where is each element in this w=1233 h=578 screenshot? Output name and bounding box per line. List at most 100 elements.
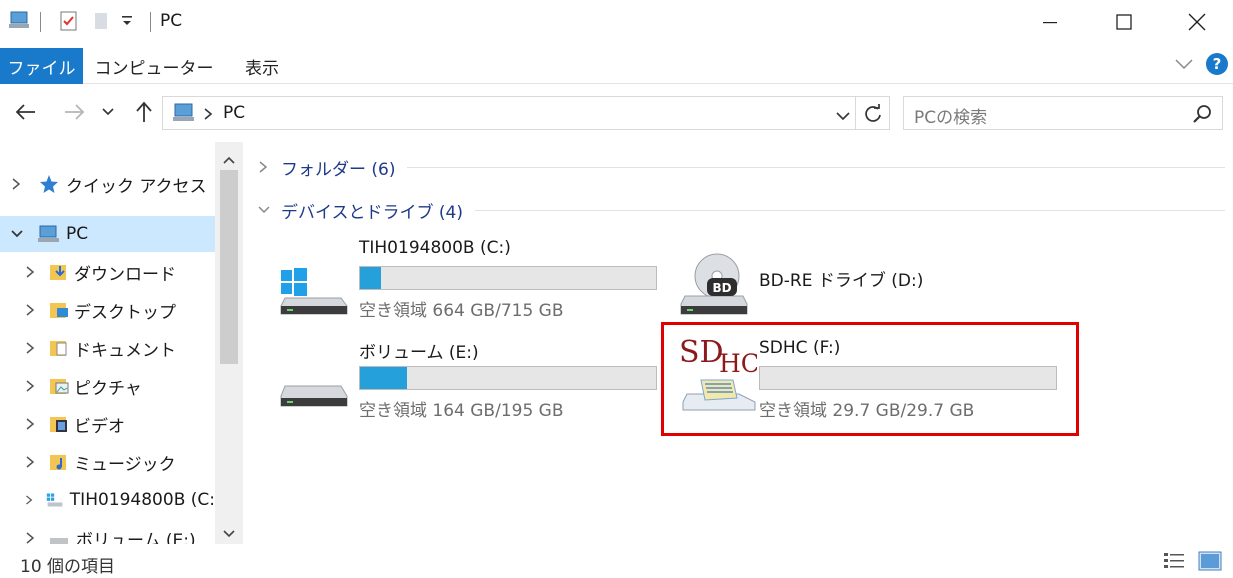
large-icons-view-icon[interactable]: [1198, 550, 1222, 576]
computer-icon[interactable]: [8, 10, 30, 32]
properties-icon[interactable]: [58, 10, 80, 32]
music-folder-icon: [50, 455, 66, 470]
chevron-right-icon: [26, 304, 35, 316]
expand-ribbon-icon[interactable]: [1174, 56, 1194, 75]
chevron-right-icon: [26, 456, 35, 468]
address-dropdown-icon[interactable]: [835, 107, 851, 126]
sidebar-item-label: クイック アクセス: [66, 176, 207, 197]
address-row: PC PCの検索: [0, 84, 1233, 142]
computer-icon: [171, 102, 197, 128]
address-bar[interactable]: PC: [162, 96, 890, 130]
scroll-thumb[interactable]: [220, 170, 238, 364]
drive-name: TIH0194800B (C:): [359, 238, 511, 258]
videos-folder-icon: [50, 417, 67, 432]
refresh-icon[interactable]: [863, 104, 883, 128]
sidebar-item-label: ドキュメント: [74, 340, 176, 361]
chevron-down-icon: [258, 206, 270, 214]
details-view-icon[interactable]: [1162, 550, 1186, 576]
windows-drive-icon: [46, 493, 63, 507]
up-button[interactable]: [130, 98, 158, 126]
sidebar-item-label: デスクトップ: [74, 302, 176, 323]
chevron-right-icon: [26, 380, 35, 392]
close-button[interactable]: [1161, 0, 1233, 44]
sidebar-item-drive-c[interactable]: TIH0194800B (C:: [0, 482, 215, 518]
capacity-bar: [359, 266, 657, 290]
highlight-annotation-box: [661, 322, 1079, 436]
star-icon: [40, 175, 58, 193]
documents-folder-icon: [50, 341, 67, 356]
breadcrumb-pc[interactable]: PC: [223, 103, 245, 123]
tab-file[interactable]: ファイル: [0, 48, 83, 84]
svg-text:?: ?: [1213, 55, 1222, 73]
nav-scrollbar[interactable]: [215, 142, 243, 544]
capacity-fill: [360, 367, 408, 389]
chevron-right-icon: [26, 342, 35, 354]
chevron-right-icon: [26, 532, 35, 544]
drive-e[interactable]: ボリューム (E:) 空き領域 164 GB/195 GB: [279, 338, 659, 424]
drive-d[interactable]: BD BD-RE ドライブ (D:): [679, 238, 1059, 324]
sidebar-item-drive-e[interactable]: ボリューム (E:): [0, 520, 215, 544]
desktop-folder-icon: [50, 303, 68, 318]
sidebar-item-label: PC: [66, 224, 89, 244]
drive-c[interactable]: TIH0194800B (C:) 空き領域 664 GB/715 GB: [279, 238, 659, 324]
capacity-bar: [359, 366, 657, 390]
status-bar: 10 個の項目: [0, 544, 1233, 578]
help-icon[interactable]: ?: [1205, 52, 1229, 80]
bd-drive-icon: BD: [680, 253, 748, 315]
recent-locations-button[interactable]: [98, 98, 118, 126]
breadcrumb-chevron-icon[interactable]: [203, 106, 213, 125]
search-input[interactable]: PCの検索: [903, 96, 1223, 130]
chevron-right-icon: [26, 418, 35, 430]
computer-icon: [38, 225, 59, 242]
drive-icon: [280, 385, 348, 407]
drive-name: ボリューム (E:): [359, 343, 479, 363]
title-bar: PC: [0, 0, 1233, 44]
scroll-down-icon[interactable]: [222, 524, 236, 543]
drive-icon: [50, 538, 68, 544]
drive-name: BD-RE ドライブ (D:): [759, 271, 924, 291]
drive-free-space: 空き領域 664 GB/715 GB: [359, 301, 564, 321]
sidebar-item-label: TIH0194800B (C:: [69, 490, 215, 510]
sidebar-item-label: ミュージック: [74, 454, 176, 475]
sidebar-item-label: ピクチャ: [74, 378, 142, 399]
customize-quick-access-icon[interactable]: [120, 13, 142, 35]
tab-computer[interactable]: コンピューター: [92, 48, 216, 84]
svg-text:BD: BD: [712, 281, 731, 295]
sidebar-item-documents[interactable]: ドキュメント: [0, 330, 215, 366]
search-icon[interactable]: [1192, 104, 1212, 128]
sidebar-item-label: ダウンロード: [74, 264, 176, 285]
download-folder-icon: [50, 265, 66, 280]
maximize-button[interactable]: [1088, 0, 1160, 44]
tab-view[interactable]: 表示: [230, 48, 294, 84]
sidebar-item-label: ビデオ: [74, 416, 125, 437]
capacity-fill: [360, 267, 381, 289]
chevron-right-icon: [12, 178, 21, 190]
navigation-pane: クイック アクセス PC ダウンロード デスクトップ ドキュメント ピクチャ ビ…: [0, 142, 243, 544]
windows-drive-icon: [280, 268, 348, 315]
scroll-up-icon[interactable]: [222, 150, 236, 169]
group-header-folders[interactable]: フォルダー (6): [257, 154, 1225, 180]
new-folder-icon[interactable]: [92, 10, 114, 32]
sidebar-item-pc[interactable]: PC: [0, 216, 215, 252]
sidebar-item-videos[interactable]: ビデオ: [0, 406, 215, 442]
sidebar-item-pictures[interactable]: ピクチャ: [0, 368, 215, 404]
item-count: 10 個の項目: [20, 557, 116, 577]
sidebar-item-desktop[interactable]: デスクトップ: [0, 292, 215, 328]
drive-free-space: 空き領域 164 GB/195 GB: [359, 401, 564, 421]
sidebar-item-quick-access[interactable]: クイック アクセス: [0, 166, 215, 202]
forward-button[interactable]: [60, 98, 88, 126]
sidebar-item-music[interactable]: ミュージック: [0, 444, 215, 480]
back-button[interactable]: [12, 98, 40, 126]
minimize-button[interactable]: [1014, 0, 1086, 44]
chevron-down-icon: [11, 230, 23, 238]
content-pane: フォルダー (6) デバイスとドライブ (4) TIH0194800B (C:)…: [243, 142, 1233, 544]
group-header-devices[interactable]: デバイスとドライブ (4): [257, 197, 1225, 223]
chevron-right-icon: [259, 161, 268, 173]
group-label: デバイスとドライブ (4): [281, 202, 463, 223]
window-title: PC: [160, 11, 183, 31]
search-placeholder: PCの検索: [914, 108, 988, 128]
chevron-right-icon: [26, 495, 33, 505]
sidebar-item-downloads[interactable]: ダウンロード: [0, 254, 215, 290]
ribbon: ファイル コンピューター 表示 ?: [0, 44, 1233, 84]
group-label: フォルダー (6): [281, 159, 396, 180]
